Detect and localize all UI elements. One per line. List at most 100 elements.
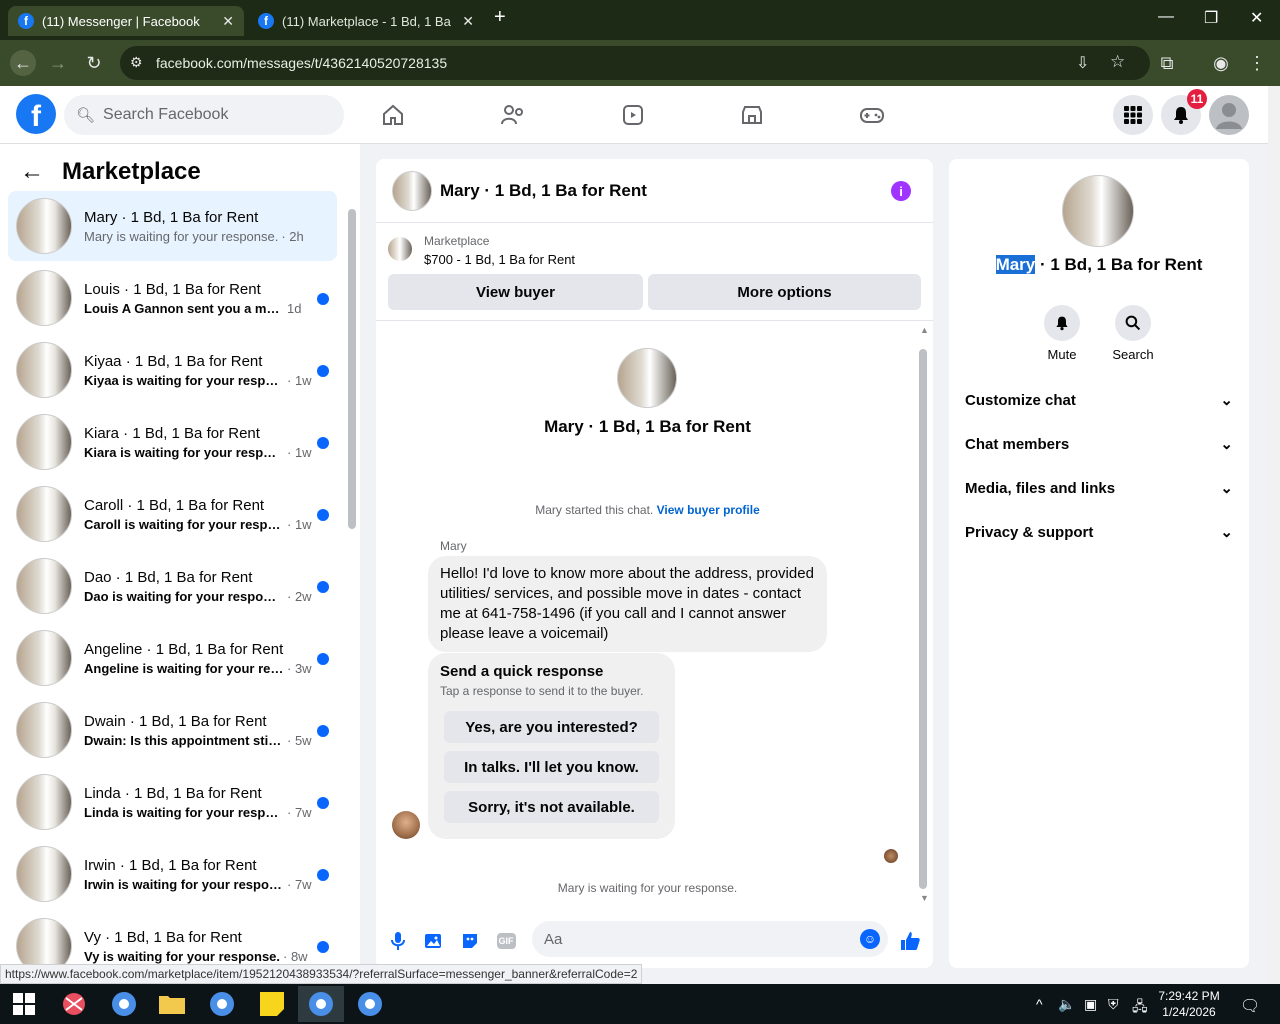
mute-action[interactable]: Mute [1032, 305, 1092, 362]
back-icon[interactable]: ← [10, 50, 36, 76]
unread-dot [317, 509, 329, 521]
conversation-item[interactable]: Dwain · 1 Bd, 1 Ba for Rent Dwain: Is thi… [8, 695, 337, 765]
sticker-icon[interactable] [458, 929, 482, 953]
sender-avatar[interactable] [392, 811, 420, 839]
chat-title[interactable]: Mary · 1 Bd, 1 Ba for Rent [440, 181, 647, 201]
listing-thumbnail[interactable] [388, 237, 412, 261]
conversation-details-panel: Mary · 1 Bd, 1 Ba for Rent Mute Search C… [949, 159, 1249, 968]
close-tab-icon[interactable]: ✕ [462, 13, 474, 30]
like-thumb-icon[interactable] [898, 929, 922, 953]
chrome-profile-icon[interactable] [204, 988, 240, 1020]
chrome-active-icon[interactable] [298, 986, 344, 1022]
file-explorer-icon[interactable] [154, 988, 190, 1020]
chat-scrollbar[interactable] [919, 349, 927, 889]
media-files-links-row[interactable]: Media, files and links ⌄ [965, 466, 1233, 510]
tab-search-icon[interactable]: ⧉ [1156, 52, 1178, 74]
windows-start-icon[interactable] [6, 988, 42, 1020]
more-options-button[interactable]: More options [648, 274, 921, 310]
gif-icon[interactable]: GIF [494, 929, 518, 953]
bell-icon [1044, 305, 1080, 341]
network-icon[interactable]: 🖧 [1132, 996, 1148, 1020]
chrome-icon[interactable] [106, 988, 142, 1020]
gaming-icon[interactable] [858, 101, 886, 129]
conversation-item[interactable]: Angeline · 1 Bd, 1 Ba for Rent Angeline i… [8, 623, 337, 693]
page-scrollbar[interactable] [1268, 86, 1280, 984]
chevron-down-icon: ⌄ [1220, 524, 1233, 541]
quick-response-button[interactable]: In talks. I'll let you know. [444, 751, 659, 783]
scroll-up-arrow-icon[interactable]: ▲ [920, 325, 929, 335]
menu-grid-icon[interactable] [1113, 95, 1153, 135]
profile-icon[interactable]: ◉ [1210, 52, 1232, 74]
notification-center-icon[interactable]: 🗨 [1240, 996, 1260, 1016]
volume-muted-icon[interactable]: 🔈 [1058, 996, 1075, 1013]
conversation-name: Vy · 1 Bd, 1 Ba for Rent [84, 928, 242, 946]
show-hidden-icons-icon[interactable]: ^ [1036, 996, 1043, 1012]
menu-kebab-icon[interactable]: ⋮ [1246, 52, 1268, 74]
emoji-icon[interactable]: ☺ [860, 929, 880, 949]
bookmark-star-icon[interactable]: ☆ [1110, 52, 1125, 72]
conversation-item[interactable]: Caroll · 1 Bd, 1 Ba for Rent Caroll is wa… [8, 479, 337, 549]
close-window-icon[interactable]: ✕ [1250, 8, 1263, 28]
unread-dot [317, 365, 329, 377]
conversation-preview: Mary is waiting for your response. [84, 228, 279, 244]
install-app-icon[interactable]: ⇩ [1076, 53, 1089, 73]
message-bubble[interactable]: Hello! I'd love to know more about the a… [428, 556, 827, 652]
conversation-item[interactable]: Louis · 1 Bd, 1 Ba for Rent Louis A Ganno… [8, 263, 337, 333]
conversation-item[interactable]: Irwin · 1 Bd, 1 Ba for Rent Irwin is wait… [8, 839, 337, 909]
minimize-icon[interactable]: — [1158, 8, 1174, 26]
section-label: Privacy & support [965, 523, 1094, 541]
security-tray-icon[interactable]: ⛨ [1108, 996, 1119, 1013]
search-action[interactable]: Search [1103, 305, 1163, 362]
section-label: Customize chat [965, 391, 1076, 409]
marketplace-icon[interactable] [738, 101, 766, 129]
new-tab-button[interactable]: + [494, 6, 506, 29]
restore-icon[interactable]: ❐ [1204, 8, 1218, 28]
view-buyer-profile-link[interactable]: View buyer profile [657, 503, 760, 517]
quick-response-button[interactable]: Yes, are you interested? [444, 711, 659, 743]
reload-icon[interactable]: ↻ [83, 52, 105, 74]
sticky-notes-icon[interactable] [254, 988, 290, 1020]
scroll-down-arrow-icon[interactable]: ▼ [920, 893, 929, 903]
details-title-highlight: Mary [995, 255, 1036, 274]
search-facebook-input[interactable]: 🔍︎ Search Facebook [64, 95, 344, 135]
microphone-icon[interactable] [386, 929, 410, 953]
conversation-list-scrollbar[interactable] [348, 209, 356, 529]
system-clock[interactable]: 7:29:42 PM 1/24/2026 [1150, 988, 1228, 1020]
photo-icon[interactable] [422, 929, 446, 953]
back-arrow-icon[interactable]: ← [20, 158, 44, 186]
conversation-preview-row: Irwin is waiting for your respon... · 7w [84, 877, 314, 892]
app-tray-icon[interactable]: ▣ [1084, 996, 1097, 1013]
account-avatar[interactable] [1209, 95, 1249, 135]
details-avatar[interactable] [1062, 175, 1134, 247]
conversation-item[interactable]: Kiara · 1 Bd, 1 Ba for Rent Kiara is wait… [8, 407, 337, 477]
listing-price-title[interactable]: $700 - 1 Bd, 1 Ba for Rent [424, 252, 575, 267]
conversation-item[interactable]: Mary · 1 Bd, 1 Ba for Rent Mary is waitin… [8, 191, 337, 261]
conversation-item[interactable]: Dao · 1 Bd, 1 Ba for Rent Dao is waiting … [8, 551, 337, 621]
unread-dot [317, 725, 329, 737]
chat-members-row[interactable]: Chat members ⌄ [965, 422, 1233, 466]
facebook-logo-icon[interactable]: f [16, 94, 56, 134]
home-icon[interactable] [379, 101, 407, 129]
close-tab-icon[interactable]: ✕ [222, 13, 234, 30]
chat-avatar[interactable] [392, 170, 432, 211]
friends-icon[interactable] [499, 101, 527, 129]
snipping-tool-icon[interactable] [56, 988, 92, 1020]
customize-chat-row[interactable]: Customize chat ⌄ [965, 378, 1233, 422]
conversation-item[interactable]: Vy · 1 Bd, 1 Ba for Rent Vy is waiting fo… [8, 911, 337, 964]
video-icon[interactable] [619, 101, 647, 129]
site-info-icon[interactable]: ⚙ [130, 54, 143, 71]
message-input[interactable]: Aa ☺ [532, 921, 888, 957]
address-bar[interactable]: ⚙ facebook.com/messages/t/43621405207281… [120, 46, 1150, 80]
view-buyer-button[interactable]: View buyer [388, 274, 643, 310]
chrome-window-icon[interactable] [352, 988, 388, 1020]
tab-messenger[interactable]: f (11) Messenger | Facebook ✕ [8, 6, 244, 36]
privacy-support-row[interactable]: Privacy & support ⌄ [965, 510, 1233, 554]
info-icon[interactable]: i [891, 181, 911, 201]
forward-icon[interactable]: → [47, 52, 69, 74]
chat-header: Mary · 1 Bd, 1 Ba for Rent i [376, 159, 933, 223]
conversation-item[interactable]: Kiyaa · 1 Bd, 1 Ba for Rent Kiyaa is wait… [8, 335, 337, 405]
sender-name: Mary [440, 539, 467, 553]
tab-marketplace[interactable]: f (11) Marketplace - 1 Bd, 1 Ba fo ✕ [248, 6, 484, 36]
conversation-item[interactable]: Linda · 1 Bd, 1 Ba for Rent Linda is wait… [8, 767, 337, 837]
quick-response-button[interactable]: Sorry, it's not available. [444, 791, 659, 823]
